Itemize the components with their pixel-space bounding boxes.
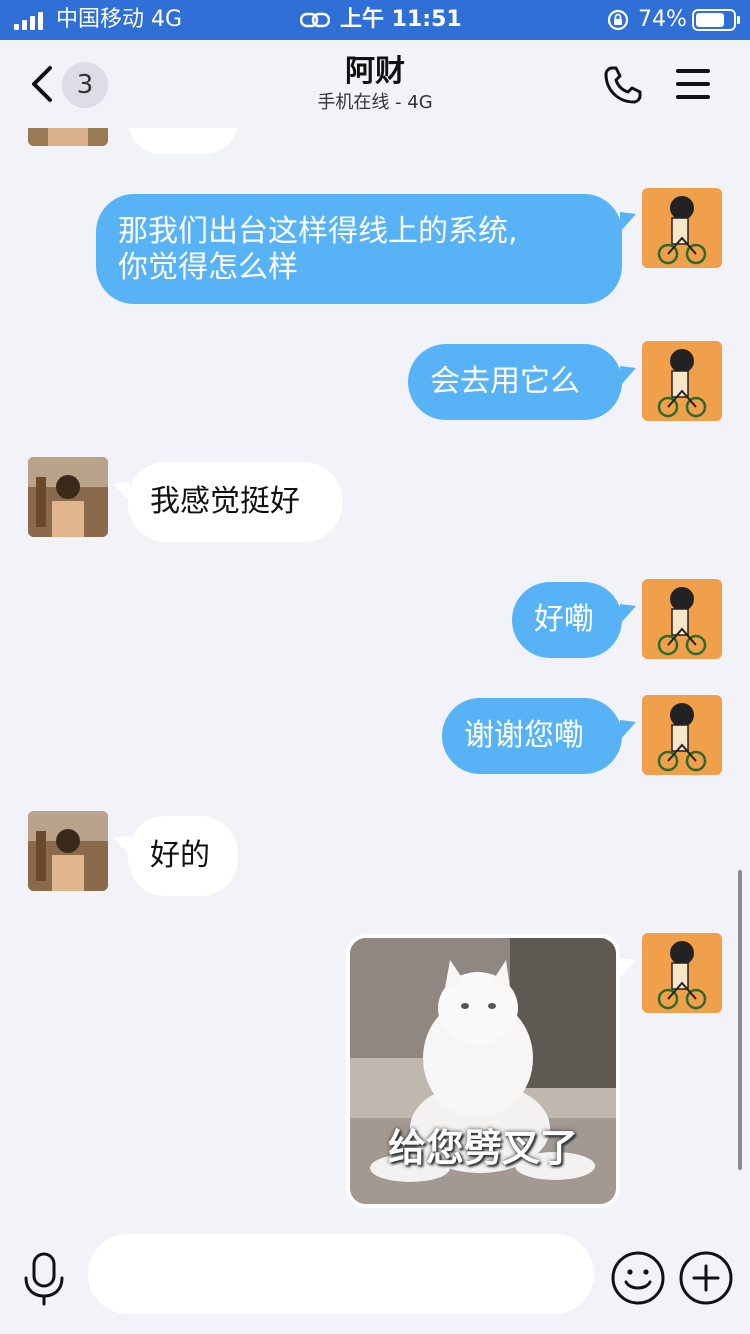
emoji-icon[interactable]: [610, 1250, 666, 1306]
sticker-image-message[interactable]: 给您劈叉了: [346, 934, 620, 1208]
bubble-tail: [620, 366, 636, 386]
contact-avatar[interactable]: [28, 457, 108, 537]
message-text: 你觉得怎么样: [118, 250, 298, 285]
message-list[interactable]: 那我们出台这样得线上的系统, 你觉得怎么样 会去用它么 我感觉挺好 好嘞 谢谢您…: [0, 128, 750, 1218]
message-bubble-outgoing[interactable]: 会去用它么: [408, 344, 622, 420]
message-bubble-incoming[interactable]: 好的: [128, 816, 238, 896]
microphone-icon[interactable]: [22, 1252, 66, 1306]
message-bubble-incoming[interactable]: 我感觉挺好: [128, 462, 342, 542]
status-bar: 中国移动 4G 上午 11:51 74%: [0, 0, 750, 40]
message-bubble-outgoing[interactable]: 好嘞: [512, 582, 622, 658]
my-avatar[interactable]: [642, 579, 722, 659]
bubble-tail: [620, 958, 636, 978]
my-avatar[interactable]: [642, 933, 722, 1013]
contact-avatar[interactable]: [28, 128, 108, 146]
message-bubble-partial[interactable]: [128, 128, 238, 154]
contact-avatar[interactable]: [28, 811, 108, 891]
phone-icon[interactable]: [602, 64, 644, 106]
message-input[interactable]: [88, 1234, 594, 1314]
battery-icon: [692, 9, 740, 31]
message-text: 那我们出台这样得线上的系统,: [118, 214, 518, 249]
bubble-tail: [620, 212, 636, 232]
sticker-caption: 给您劈叉了: [387, 1126, 578, 1170]
carrier-label: 中国移动 4G: [56, 7, 183, 32]
message-text: 会去用它么: [430, 364, 580, 399]
message-text: 我感觉挺好: [150, 484, 300, 519]
battery-percentage: 74%: [638, 7, 687, 32]
message-bubble-outgoing[interactable]: 谢谢您嘞: [442, 698, 622, 774]
status-time: 上午 11:51: [340, 7, 462, 32]
chat-header: 3 阿财 手机在线 - 4G: [0, 40, 750, 128]
scrollbar[interactable]: [738, 870, 742, 1170]
my-avatar[interactable]: [642, 188, 722, 268]
message-text: 好的: [150, 838, 210, 873]
message-text: 谢谢您嘞: [464, 718, 584, 753]
message-text: 好嘞: [534, 602, 594, 637]
bubble-tail: [620, 604, 636, 624]
bubble-tail: [620, 720, 636, 740]
plus-icon[interactable]: [678, 1250, 734, 1306]
my-avatar[interactable]: [642, 695, 722, 775]
link-icon: [300, 12, 330, 28]
message-bubble-outgoing[interactable]: 那我们出台这样得线上的系统, 你觉得怎么样: [96, 194, 622, 304]
input-bar: [0, 1218, 750, 1334]
hamburger-menu-icon[interactable]: [674, 66, 712, 102]
signal-bars-icon: [14, 12, 43, 30]
rotation-lock-icon: [607, 9, 629, 31]
my-avatar[interactable]: [642, 341, 722, 421]
